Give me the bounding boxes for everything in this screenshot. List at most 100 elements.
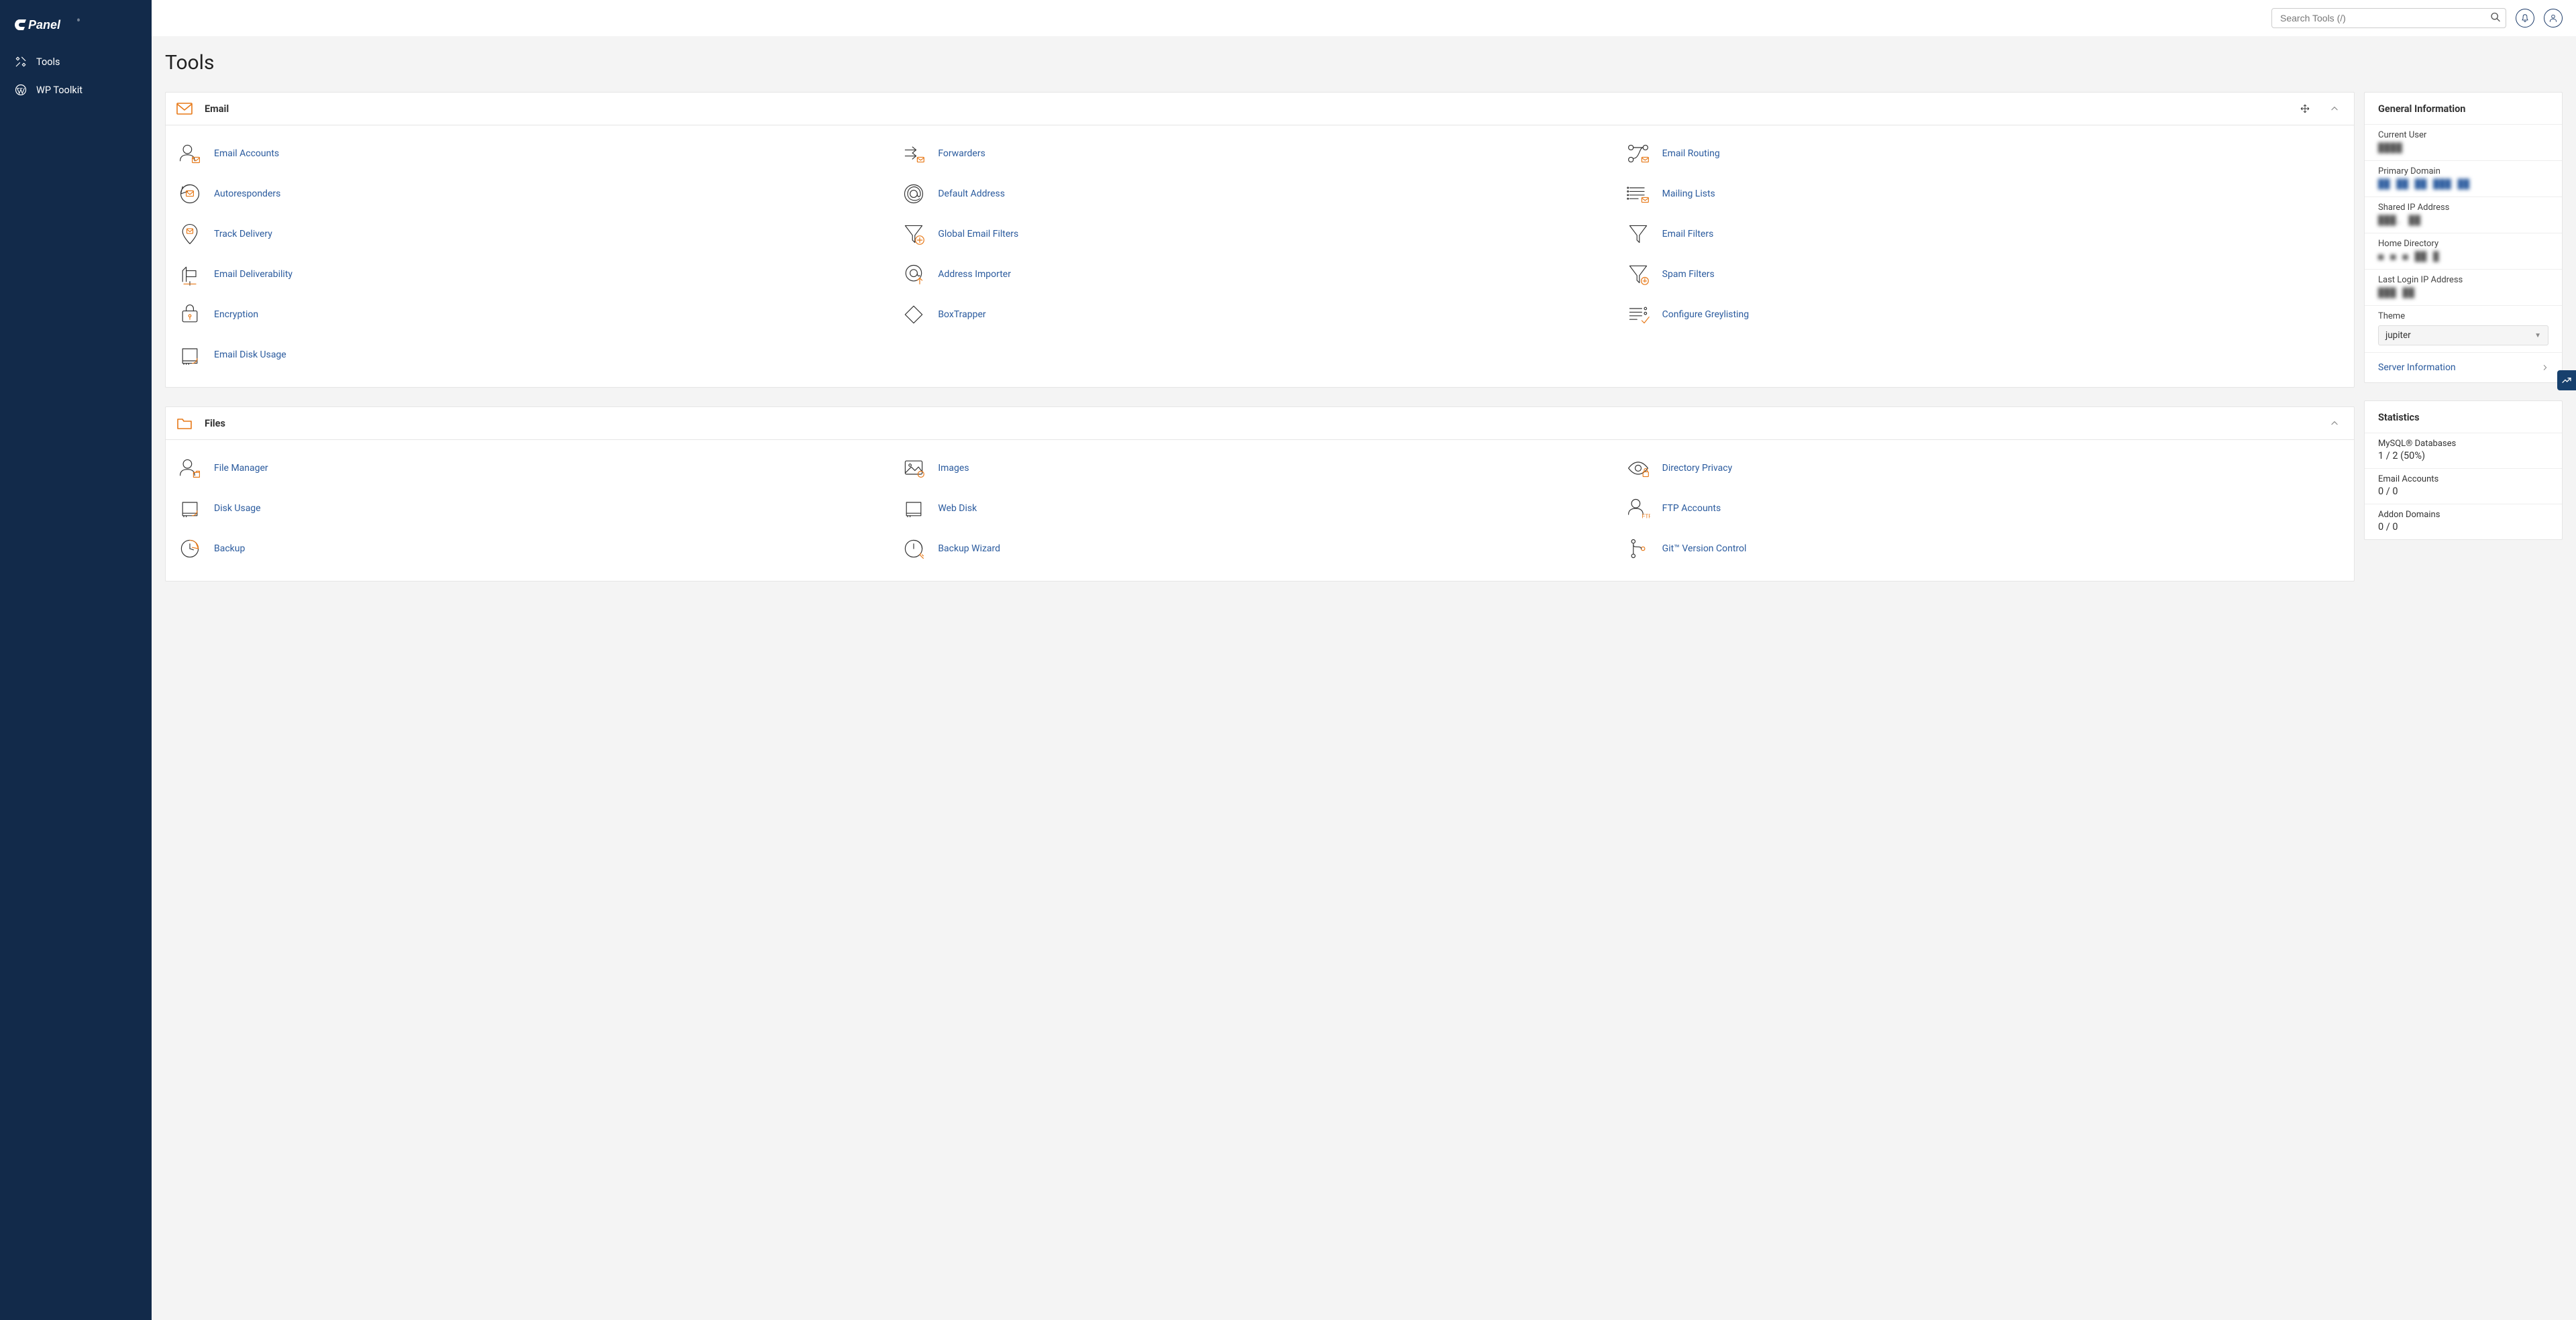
tool-email-accounts[interactable]: Email Accounts	[176, 133, 895, 174]
tool-mailing-lists[interactable]: Mailing Lists	[1625, 174, 2343, 214]
chevron-up-icon	[2330, 104, 2339, 113]
panel-statistics: Statistics MySQL® Databases 1 / 2 (50%) …	[2364, 400, 2563, 540]
images-icon	[902, 456, 926, 480]
info-value-primary-domain[interactable]: ██ ██ ██ ███ ██	[2378, 179, 2548, 190]
tool-label: FTP Accounts	[1662, 503, 1721, 514]
tool-forwarders[interactable]: Forwarders	[900, 133, 1619, 174]
tool-configure-greylisting[interactable]: Configure Greylisting	[1625, 294, 2343, 335]
collapse-icon[interactable]	[2326, 419, 2343, 428]
autoresponders-icon	[178, 182, 202, 206]
section-files-header[interactable]: Files	[166, 407, 2354, 440]
tool-backup-wizard[interactable]: Backup Wizard	[900, 529, 1619, 569]
tool-ftp-accounts[interactable]: FTP FTP Accounts	[1625, 488, 2343, 529]
boxtrapper-icon	[902, 302, 926, 327]
cpanel-logo[interactable]: Panel ®	[0, 0, 152, 48]
track-delivery-icon	[178, 222, 202, 246]
search-button[interactable]	[2490, 12, 2501, 25]
panel-general-information: General Information Current User ████ Pr…	[2364, 92, 2563, 383]
panel-title: General Information	[2365, 93, 2562, 124]
tool-directory-privacy[interactable]: Directory Privacy	[1625, 448, 2343, 488]
tool-label: Email Filters	[1662, 229, 1714, 239]
tool-track-delivery[interactable]: Track Delivery	[176, 214, 895, 254]
stat-value: 1 / 2 (50%)	[2378, 450, 2548, 461]
section-email-header[interactable]: Email	[166, 93, 2354, 125]
tool-boxtrapper[interactable]: BoxTrapper	[900, 294, 1619, 335]
svg-text:®: ®	[77, 18, 80, 23]
sidebar-item-wp-toolkit[interactable]: WP Toolkit	[0, 76, 152, 104]
info-value-current-user: ████	[2378, 143, 2548, 154]
svg-text:Panel: Panel	[28, 18, 61, 32]
chevron-down-icon: ▼	[2534, 332, 2541, 339]
tool-web-disk[interactable]: Web Disk	[900, 488, 1619, 529]
section-email: Email Email Accounts Forwarders Email Ro…	[165, 92, 2355, 388]
section-title: Email	[205, 103, 229, 115]
tool-global-email-filters[interactable]: Global Email Filters	[900, 214, 1619, 254]
notifications-button[interactable]	[2516, 9, 2534, 28]
tool-label: BoxTrapper	[938, 309, 985, 320]
file-manager-icon	[178, 456, 202, 480]
tool-label: Directory Privacy	[1662, 463, 1733, 474]
stat-label: MySQL® Databases	[2378, 439, 2548, 449]
svg-text:FTP: FTP	[1642, 513, 1650, 519]
tool-git-version-control[interactable]: Git™ Version Control	[1625, 529, 2343, 569]
info-label-shared-ip: Shared IP Address	[2378, 203, 2548, 213]
greylisting-icon	[1626, 302, 1650, 327]
tool-encryption[interactable]: Encryption	[176, 294, 895, 335]
tool-label: File Manager	[214, 463, 268, 474]
tool-autoresponders[interactable]: Autoresponders	[176, 174, 895, 214]
ftp-accounts-icon: FTP	[1626, 496, 1650, 520]
tool-label: Disk Usage	[214, 503, 261, 514]
chart-icon	[2561, 375, 2572, 386]
sidebar-item-label: Tools	[36, 56, 60, 68]
tool-label: Forwarders	[938, 148, 985, 159]
tool-backup[interactable]: Backup	[176, 529, 895, 569]
tool-spam-filters[interactable]: Spam Filters	[1625, 254, 2343, 294]
server-information-link[interactable]: Server Information	[2365, 352, 2562, 382]
address-importer-icon	[902, 262, 926, 286]
stat-label: Email Accounts	[2378, 474, 2548, 484]
tool-email-disk-usage[interactable]: Email Disk Usage	[176, 335, 895, 375]
disk-usage-icon	[178, 496, 202, 520]
directory-privacy-icon	[1626, 456, 1650, 480]
chevron-right-icon	[2542, 363, 2548, 372]
tool-images[interactable]: Images	[900, 448, 1619, 488]
tool-disk-usage[interactable]: Disk Usage	[176, 488, 895, 529]
search-input[interactable]	[2271, 8, 2506, 28]
web-disk-icon	[902, 496, 926, 520]
email-routing-icon	[1626, 142, 1650, 166]
stat-value: 0 / 0	[2378, 521, 2548, 533]
tool-label: Address Importer	[938, 269, 1011, 280]
global-filters-icon	[902, 222, 926, 246]
help-tab[interactable]	[2557, 370, 2576, 390]
default-address-icon	[902, 182, 926, 206]
sidebar-item-label: WP Toolkit	[36, 85, 83, 96]
spam-filters-icon	[1626, 262, 1650, 286]
theme-select[interactable]: jupiter ▼	[2378, 325, 2548, 345]
tool-label: Email Disk Usage	[214, 349, 286, 360]
tool-label: Backup	[214, 543, 245, 554]
drag-handle-icon[interactable]	[2296, 104, 2314, 113]
search-icon	[2490, 12, 2501, 23]
tool-file-manager[interactable]: File Manager	[176, 448, 895, 488]
tool-label: Backup Wizard	[938, 543, 1000, 554]
tool-default-address[interactable]: Default Address	[900, 174, 1619, 214]
info-label-last-login: Last Login IP Address	[2378, 275, 2548, 285]
tool-email-deliverability[interactable]: Email Deliverability	[176, 254, 895, 294]
tool-address-importer[interactable]: Address Importer	[900, 254, 1619, 294]
tool-email-filters[interactable]: Email Filters	[1625, 214, 2343, 254]
collapse-icon[interactable]	[2326, 104, 2343, 113]
email-disk-usage-icon	[178, 343, 202, 367]
tool-label: Default Address	[938, 188, 1005, 199]
sidebar-item-tools[interactable]: Tools	[0, 48, 152, 76]
info-label-primary-domain: Primary Domain	[2378, 166, 2548, 176]
info-label-theme: Theme	[2378, 311, 2548, 321]
theme-value: jupiter	[2385, 330, 2411, 341]
tool-label: Email Deliverability	[214, 269, 292, 280]
tool-label: Encryption	[214, 309, 258, 320]
tools-icon	[15, 56, 27, 68]
tool-email-routing[interactable]: Email Routing	[1625, 133, 2343, 174]
tool-label: Email Routing	[1662, 148, 1720, 159]
mailing-lists-icon	[1626, 182, 1650, 206]
info-value-shared-ip: ███. ██	[2378, 215, 2548, 226]
account-button[interactable]	[2544, 9, 2563, 28]
